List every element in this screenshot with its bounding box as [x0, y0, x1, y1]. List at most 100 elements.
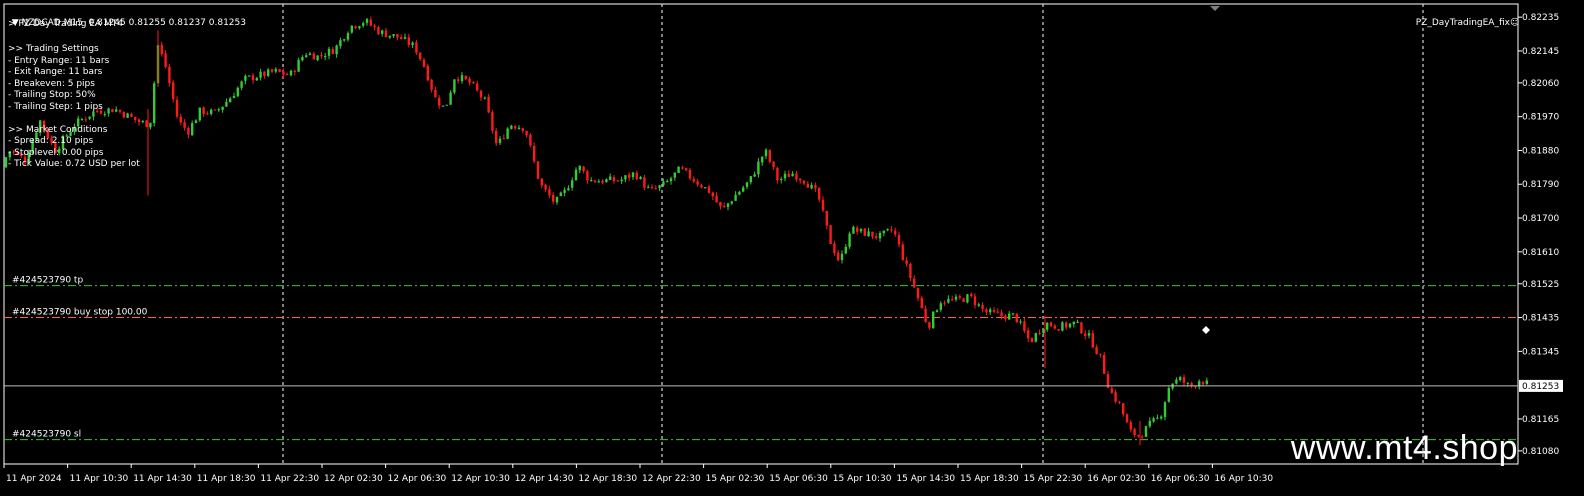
candle-body [890, 229, 893, 231]
candle-body [506, 128, 509, 139]
chart-shift-icon[interactable] [1210, 6, 1220, 11]
y-tick-label: 0.81435 [1522, 314, 1559, 324]
chart-canvas[interactable]: 11 Apr 2024 11 Apr 10:30 11 Apr 14:30 11 Ap… [0, 0, 1584, 496]
candle-body [343, 39, 346, 41]
candle-body [1122, 403, 1125, 415]
candle-body [1038, 332, 1041, 334]
candle-body [1023, 321, 1026, 331]
candle-body [886, 229, 889, 231]
candle-body [350, 25, 353, 33]
candle-body [992, 310, 996, 312]
y-tick-label: 0.81790 [1522, 180, 1559, 190]
candle-body [1110, 388, 1113, 393]
candle-body [232, 95, 236, 99]
x-tick-label: 15 Apr 22:30 [1024, 474, 1083, 484]
candle-body [802, 180, 806, 184]
candle-body [856, 227, 859, 232]
candle-body [829, 225, 832, 245]
current-price-label: 0.81253 [1522, 382, 1559, 392]
chart-frame [3, 3, 1519, 465]
candle-body [240, 81, 243, 88]
candle-body [552, 194, 555, 202]
candle-body [495, 131, 498, 144]
candle-body [346, 33, 350, 40]
candle-body [415, 42, 418, 53]
candle-body [571, 180, 574, 188]
candle-body [1156, 417, 1159, 419]
price-chart[interactable]: 11 Apr 2024 11 Apr 10:30 11 Apr 14:30 11 Ap… [0, 0, 1584, 496]
candle-body [662, 181, 665, 186]
candle-body [1118, 402, 1121, 404]
candle-body [935, 310, 939, 313]
candle-body [533, 145, 536, 162]
candle-body [225, 101, 228, 107]
candle-body [749, 176, 752, 183]
candle-body [164, 53, 167, 68]
settings-line: - Exit Range: 11 bars [8, 67, 103, 77]
candle-body [1008, 313, 1011, 320]
candle-body [715, 195, 718, 203]
candle-body [1091, 333, 1094, 348]
candle-body [445, 104, 448, 106]
smiley-icon: ☺ [1509, 17, 1520, 28]
candle-body [289, 70, 293, 76]
candle-body [954, 296, 958, 300]
watermark-text: www.mt4.shop [1290, 429, 1518, 467]
candle-body [430, 79, 433, 90]
candle-body [753, 174, 756, 177]
ea-tag-label: PZ_DayTradingEA_fix [1415, 17, 1510, 28]
x-tick-label: 12 Apr 06:30 [388, 474, 447, 484]
y-tick-label: 0.81970 [1522, 113, 1559, 123]
candle-body [145, 120, 148, 128]
settings-line: - Tick Value: 0.72 USD per lot [8, 159, 140, 169]
candle-body [787, 173, 790, 177]
x-tick-label: 12 Apr 14:30 [515, 474, 574, 484]
candle-body [514, 126, 517, 129]
candle-body [362, 23, 365, 26]
candle-body [586, 171, 589, 181]
candle-body [1053, 325, 1056, 329]
candle-body [605, 179, 608, 183]
candle-body [411, 42, 414, 46]
candle-body [1141, 436, 1144, 438]
x-tick-label: 11 Apr 14:30 [133, 474, 192, 484]
candle-body [1061, 322, 1064, 331]
candle-body [1182, 377, 1186, 383]
candle-body [464, 75, 467, 80]
candle-body [707, 186, 711, 193]
candle-body [768, 150, 771, 162]
candle-body [1103, 354, 1106, 374]
candle-body [806, 183, 809, 188]
candle-body [4, 157, 8, 168]
y-tick-label: 0.81165 [1522, 415, 1559, 425]
candle-body [1080, 322, 1083, 334]
candle-body [643, 177, 646, 188]
candle-body [1201, 381, 1205, 385]
candle-body [916, 288, 920, 299]
order-line-label: #424523790 sl [12, 430, 81, 440]
candle-body [791, 173, 794, 177]
candle-body [821, 199, 825, 211]
candle-body [924, 308, 927, 322]
candle-body [422, 59, 426, 67]
candle-body [331, 49, 334, 55]
y-tick-label: 0.81610 [1522, 248, 1559, 258]
order-marker-icon[interactable] [1202, 326, 1210, 334]
candle-body [567, 188, 570, 191]
candle-body [1148, 420, 1151, 427]
candle-body [745, 182, 749, 187]
candle-body [187, 128, 190, 135]
candle-body [286, 74, 289, 76]
candle-body [1019, 321, 1022, 323]
candle-body [270, 69, 274, 72]
candle-body [453, 79, 456, 93]
candle-body [981, 304, 984, 309]
candle-body [958, 296, 961, 298]
candle-body [700, 184, 703, 188]
candle-body [947, 298, 950, 303]
ea-tag[interactable]: PZ_DayTradingEA_fix☺ [1410, 6, 1520, 29]
candle-body [244, 75, 247, 81]
x-tick-label: 11 Apr 18:30 [197, 474, 256, 484]
x-tick-label: 16 Apr 06:30 [1151, 474, 1210, 484]
candle-body [487, 96, 490, 113]
